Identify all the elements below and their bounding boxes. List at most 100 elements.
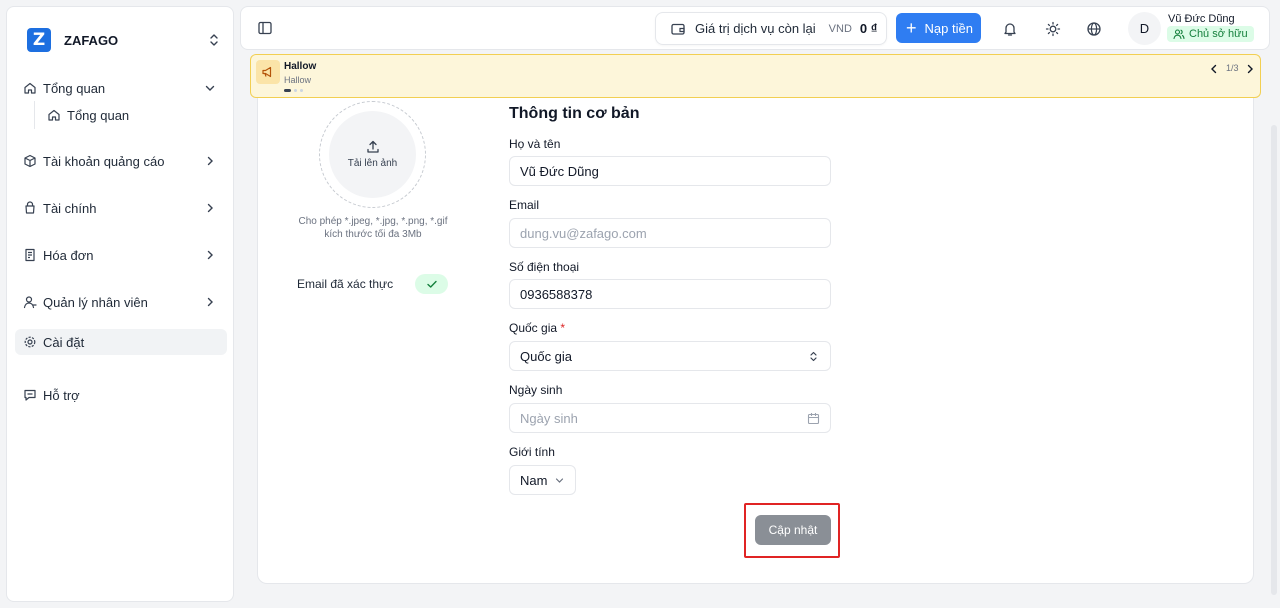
upload-icon	[366, 140, 380, 154]
email-verified-badge	[415, 274, 448, 294]
email-verified-label: Email đã xác thực	[297, 277, 394, 291]
sidebar-item-label: Tài khoản quảng cáo	[43, 153, 165, 169]
full-name-value: Vũ Đức Dũng	[520, 163, 599, 179]
sidebar-item-label: Tài chính	[43, 200, 97, 216]
sidebar-item-finance[interactable]: Tài chính	[15, 195, 227, 221]
gender-value: Nam	[520, 472, 548, 488]
check-icon	[426, 278, 438, 290]
sidebar-item-label: Tổng quan	[67, 107, 130, 123]
full-name-label: Họ và tên	[509, 137, 561, 151]
carousel-dots	[284, 89, 306, 92]
balance-amount: 0 ₫	[859, 21, 878, 36]
full-name-input[interactable]: Vũ Đức Dũng	[509, 156, 831, 186]
chat-icon	[23, 388, 37, 402]
sidebar-item-label: Quản lý nhân viên	[43, 294, 148, 310]
chevron-down-icon	[203, 81, 217, 95]
submenu-line	[34, 101, 35, 129]
country-select[interactable]: Quốc gia	[509, 341, 831, 371]
sidebar-subitem-overview[interactable]: Tổng quan	[47, 104, 129, 126]
upload-hint: Cho phép *.jpeg, *.jpg, *.png, *.gif kíc…	[297, 215, 449, 241]
dob-placeholder: Ngày sinh	[520, 410, 578, 426]
user-name: Vũ Đức Dũng	[1168, 13, 1235, 25]
role-badge: Chủ sở hữu	[1167, 26, 1254, 42]
upload-hint-size: kích thước tối đa 3Mb	[324, 229, 422, 240]
gender-select[interactable]: Nam	[509, 465, 576, 495]
zafago-logo: Z	[27, 28, 51, 52]
balance-label: Giá trị dịch vụ còn lại	[695, 21, 816, 36]
sidebar-item-invoices[interactable]: Hóa đơn	[15, 242, 227, 268]
update-button[interactable]: Cập nhật	[755, 515, 831, 545]
country-value: Quốc gia	[520, 348, 573, 364]
sidebar-item-label: Hỗ trợ	[43, 387, 80, 403]
country-label: Quốc gia *	[509, 321, 565, 335]
chevron-left-icon[interactable]	[1208, 63, 1220, 75]
home-icon	[23, 81, 37, 95]
sidebar-item-settings[interactable]: Cài đặt	[15, 329, 227, 355]
chevron-right-icon	[203, 248, 217, 262]
avatar[interactable]: D	[1128, 12, 1161, 45]
role-label: Chủ sở hữu	[1189, 28, 1248, 40]
avatar-upload-area[interactable]: Tải lên ảnh	[329, 111, 416, 198]
chevron-right-icon	[203, 201, 217, 215]
wallet-icon	[670, 21, 686, 37]
country-label-text: Quốc gia	[509, 321, 558, 335]
sidebar-item-overview[interactable]: Tổng quan	[15, 75, 227, 101]
gear-icon	[23, 335, 37, 349]
sidebar-toggle-icon[interactable]	[257, 20, 273, 36]
dob-label: Ngày sinh	[509, 383, 563, 397]
phone-label: Số điện thoại	[509, 260, 580, 274]
sidebar-item-support[interactable]: Hỗ trợ	[15, 382, 227, 408]
globe-icon[interactable]	[1086, 21, 1102, 37]
users-icon	[1173, 28, 1185, 40]
sidebar-item-staff[interactable]: Quản lý nhân viên	[15, 289, 227, 315]
topup-button[interactable]: + Nạp tiền	[896, 13, 981, 43]
sidebar-item-ad-accounts[interactable]: Tài khoản quảng cáo	[15, 148, 227, 174]
sidebar-item-label: Cài đặt	[43, 334, 85, 350]
calendar-icon[interactable]	[807, 412, 820, 425]
megaphone-icon	[256, 60, 280, 84]
phone-input[interactable]: 0936588378	[509, 279, 831, 309]
carousel-dot[interactable]	[284, 89, 291, 92]
email-label: Email	[509, 198, 540, 212]
balance-currency: VND	[828, 22, 852, 35]
email-placeholder: dung.vu@zafago.com	[520, 225, 647, 241]
service-balance[interactable]: Giá trị dịch vụ còn lại VND 0 ₫	[655, 12, 887, 45]
chevron-up-down-icon[interactable]	[207, 32, 221, 48]
section-title: Thông tin cơ bản	[509, 105, 640, 122]
chevron-right-icon[interactable]	[1244, 63, 1256, 75]
theme-sun-icon[interactable]	[1045, 21, 1061, 37]
announcement-title: Hallow	[284, 61, 317, 72]
sidebar-item-label: Tổng quan	[43, 80, 106, 96]
sidebar-item-label: Hóa đơn	[43, 247, 94, 263]
phone-value: 0936588378	[520, 286, 593, 302]
carousel-dot[interactable]	[300, 89, 303, 92]
announcement-banner: Hallow Hallow 1/3	[250, 54, 1261, 98]
gender-label: Giới tính	[509, 445, 555, 459]
announcement-subtitle: Hallow	[284, 75, 312, 85]
wallet-icon	[23, 201, 37, 215]
announcement-page: 1/3	[1226, 63, 1239, 73]
chevron-right-icon	[203, 295, 217, 309]
chevron-up-down-icon	[807, 350, 820, 363]
top-header: Giá trị dịch vụ còn lại VND 0 ₫ + Nạp ti…	[240, 6, 1270, 50]
required-mark: *	[560, 321, 566, 335]
plus-icon: +	[906, 18, 917, 38]
topup-label: Nạp tiền	[924, 20, 973, 36]
sidebar: Z ZAFAGO Tổng quan Tổng quan Tài khoản q…	[6, 6, 234, 602]
upload-hint-formats: Cho phép *.jpeg, *.jpg, *.png, *.gif	[298, 216, 448, 227]
avatar-upload[interactable]: Tải lên ảnh	[319, 101, 426, 208]
carousel-dot[interactable]	[294, 89, 297, 92]
upload-label: Tải lên ảnh	[347, 158, 398, 169]
email-input[interactable]: dung.vu@zafago.com	[509, 218, 831, 248]
dob-input[interactable]: Ngày sinh	[509, 403, 831, 433]
receipt-icon	[23, 248, 37, 262]
home-icon	[47, 108, 61, 122]
user-icon	[23, 295, 37, 309]
brand-switcher[interactable]: Z ZAFAGO	[27, 23, 227, 57]
chevron-down-icon	[554, 475, 565, 486]
bell-icon[interactable]	[1002, 21, 1018, 37]
chevron-right-icon	[203, 154, 217, 168]
brand-name: ZAFAGO	[64, 32, 119, 48]
box-icon	[23, 154, 37, 168]
scrollbar[interactable]	[1271, 125, 1277, 595]
